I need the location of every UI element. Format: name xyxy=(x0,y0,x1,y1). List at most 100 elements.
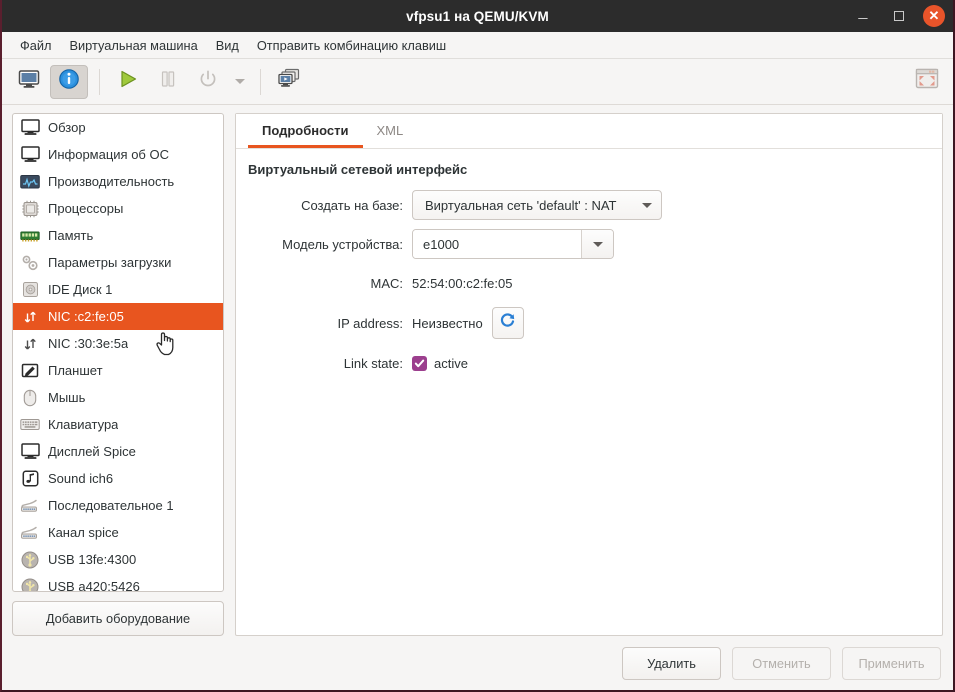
toolbar-separator-1 xyxy=(99,68,100,95)
sidebar-item-label: Последовательное 1 xyxy=(48,498,174,513)
tab-details[interactable]: Подробности xyxy=(248,114,363,148)
refresh-icon xyxy=(499,312,516,334)
memory-ram-icon xyxy=(19,226,41,246)
cancel-button[interactable]: Отменить xyxy=(732,646,831,680)
shutdown-menu-button[interactable] xyxy=(229,65,251,99)
sidebar-item-tablet[interactable]: Планшет xyxy=(13,357,223,384)
play-icon xyxy=(117,68,139,95)
sidebar: Обзор Информация об ОС Производительност… xyxy=(12,113,224,636)
apply-button[interactable]: Применить xyxy=(842,646,941,680)
link-state-row: Link state: active xyxy=(246,348,926,378)
close-icon[interactable]: ✕ xyxy=(923,5,945,27)
window-controls: _ ✕ xyxy=(851,0,945,32)
sidebar-item-nic-303e5a[interactable]: NIC :30:3e:5a xyxy=(13,330,223,357)
display-icon xyxy=(19,442,41,462)
sidebar-item-nic-c2fe05[interactable]: NIC :c2:fe:05 xyxy=(13,303,223,330)
sidebar-item-label: Память xyxy=(48,228,94,243)
device-model-dropdown-button[interactable] xyxy=(581,230,613,258)
link-state-checkbox-wrap[interactable]: active xyxy=(412,355,468,371)
device-model-label: Модель устройства: xyxy=(282,236,403,252)
mac-value: 52:54:00:c2:fe:05 xyxy=(412,275,513,291)
sidebar-item-label: Канал spice xyxy=(48,525,119,540)
monitor-icon xyxy=(18,69,40,94)
snapshots-button[interactable] xyxy=(270,65,308,99)
ip-address-value: Неизвестно xyxy=(412,315,483,331)
menu-send-key[interactable]: Отправить комбинацию клавиш xyxy=(248,35,455,56)
detail-panel: Подробности XML Виртуальный сетевой инте… xyxy=(235,113,943,636)
ip-address-row: IP address: Неизвестно xyxy=(246,307,926,339)
device-model-input[interactable]: e1000 xyxy=(413,230,581,258)
sidebar-item-label: Планшет xyxy=(48,363,103,378)
sidebar-item-usb-13fe-4300[interactable]: USB 13fe:4300 xyxy=(13,546,223,573)
sidebar-item-label: Производительность xyxy=(48,174,175,189)
sidebar-item-sound-ich6[interactable]: Sound ich6 xyxy=(13,465,223,492)
mac-row: MAC: 52:54:00:c2:fe:05 xyxy=(246,268,926,298)
menu-virtual-machine[interactable]: Виртуальная машина xyxy=(60,35,206,56)
section-title: Виртуальный сетевой интерфейс xyxy=(248,162,468,177)
chevron-down-icon xyxy=(642,202,652,208)
sidebar-item-ide-disk-1[interactable]: IDE Диск 1 xyxy=(13,276,223,303)
power-icon xyxy=(197,68,219,95)
run-button[interactable] xyxy=(109,65,147,99)
sidebar-item-overview[interactable]: Обзор xyxy=(13,114,223,141)
mac-label: MAC: xyxy=(370,275,404,291)
refresh-ip-button[interactable] xyxy=(491,307,524,339)
sidebar-item-boot-options[interactable]: Параметры загрузки xyxy=(13,249,223,276)
chevron-down-icon xyxy=(592,241,603,247)
serial-port-icon xyxy=(19,523,41,543)
show-details-button[interactable] xyxy=(50,64,88,99)
shutdown-button[interactable] xyxy=(189,65,227,99)
sidebar-item-display-spice[interactable]: Дисплей Spice xyxy=(13,438,223,465)
sidebar-item-label: Sound ich6 xyxy=(48,471,114,486)
sidebar-item-label: NIC :c2:fe:05 xyxy=(48,309,124,324)
sidebar-item-label: IDE Диск 1 xyxy=(48,282,113,297)
network-icon xyxy=(19,307,41,327)
sidebar-item-label: Параметры загрузки xyxy=(48,255,172,270)
fullscreen-button[interactable] xyxy=(913,65,941,98)
gears-icon xyxy=(19,253,41,273)
menu-view[interactable]: Вид xyxy=(207,35,248,56)
minimize-icon[interactable]: _ xyxy=(851,0,875,32)
add-hardware-button[interactable]: Добавить оборудование xyxy=(12,601,224,636)
title-bar: vfpsu1 на QEMU/KVM _ ✕ xyxy=(2,0,953,32)
sidebar-item-spice-channel[interactable]: Канал spice xyxy=(13,519,223,546)
monitor-os-icon xyxy=(19,145,41,165)
usb-icon xyxy=(19,577,41,591)
performance-graph-icon xyxy=(19,172,41,192)
source-label: Создать на базе: xyxy=(301,197,403,213)
sidebar-item-performance[interactable]: Производительность xyxy=(13,168,223,195)
maximize-icon[interactable] xyxy=(887,4,911,28)
sidebar-item-label: Информация об ОС xyxy=(48,147,169,162)
sidebar-item-label: USB a420:5426 xyxy=(48,579,140,592)
ip-address-label: IP address: xyxy=(337,315,403,331)
detail-column: Подробности XML Виртуальный сетевой инте… xyxy=(224,113,943,636)
show-console-button[interactable] xyxy=(10,65,48,99)
window-title: vfpsu1 на QEMU/KVM xyxy=(406,8,549,24)
menu-file[interactable]: Файл xyxy=(11,35,60,56)
tab-xml[interactable]: XML xyxy=(363,114,418,148)
sidebar-item-label: Дисплей Spice xyxy=(48,444,136,459)
hardware-list[interactable]: Обзор Информация об ОС Производительност… xyxy=(12,113,224,592)
detail-body: Виртуальный сетевой интерфейс Создать на… xyxy=(236,149,942,635)
sidebar-item-os-information[interactable]: Информация об ОС xyxy=(13,141,223,168)
sidebar-item-keyboard[interactable]: Клавиатура xyxy=(13,411,223,438)
sidebar-item-usb-a420-5426[interactable]: USB a420:5426 xyxy=(13,573,223,592)
remove-button[interactable]: Удалить xyxy=(622,646,721,680)
pause-icon xyxy=(157,68,179,95)
cpu-chip-icon xyxy=(19,199,41,219)
pause-button[interactable] xyxy=(149,65,187,99)
sidebar-item-serial-1[interactable]: Последовательное 1 xyxy=(13,492,223,519)
network-source-select[interactable]: Виртуальная сеть 'default' : NAT xyxy=(412,190,662,220)
link-state-value: active xyxy=(434,355,468,371)
sidebar-item-memory[interactable]: Память xyxy=(13,222,223,249)
sidebar-item-label: USB 13fe:4300 xyxy=(48,552,137,567)
main-body: Обзор Информация об ОС Производительност… xyxy=(2,105,953,636)
sidebar-item-label: Клавиатура xyxy=(48,417,119,432)
sidebar-item-cpus[interactable]: Процессоры xyxy=(13,195,223,222)
mac-field: 52:54:00:c2:fe:05 xyxy=(412,276,512,291)
link-state-field: active xyxy=(412,355,468,371)
sidebar-item-mouse[interactable]: Мышь xyxy=(13,384,223,411)
device-model-combo[interactable]: e1000 xyxy=(412,229,614,259)
link-state-checkbox[interactable] xyxy=(412,355,427,371)
source-field: Виртуальная сеть 'default' : NAT xyxy=(412,190,662,220)
